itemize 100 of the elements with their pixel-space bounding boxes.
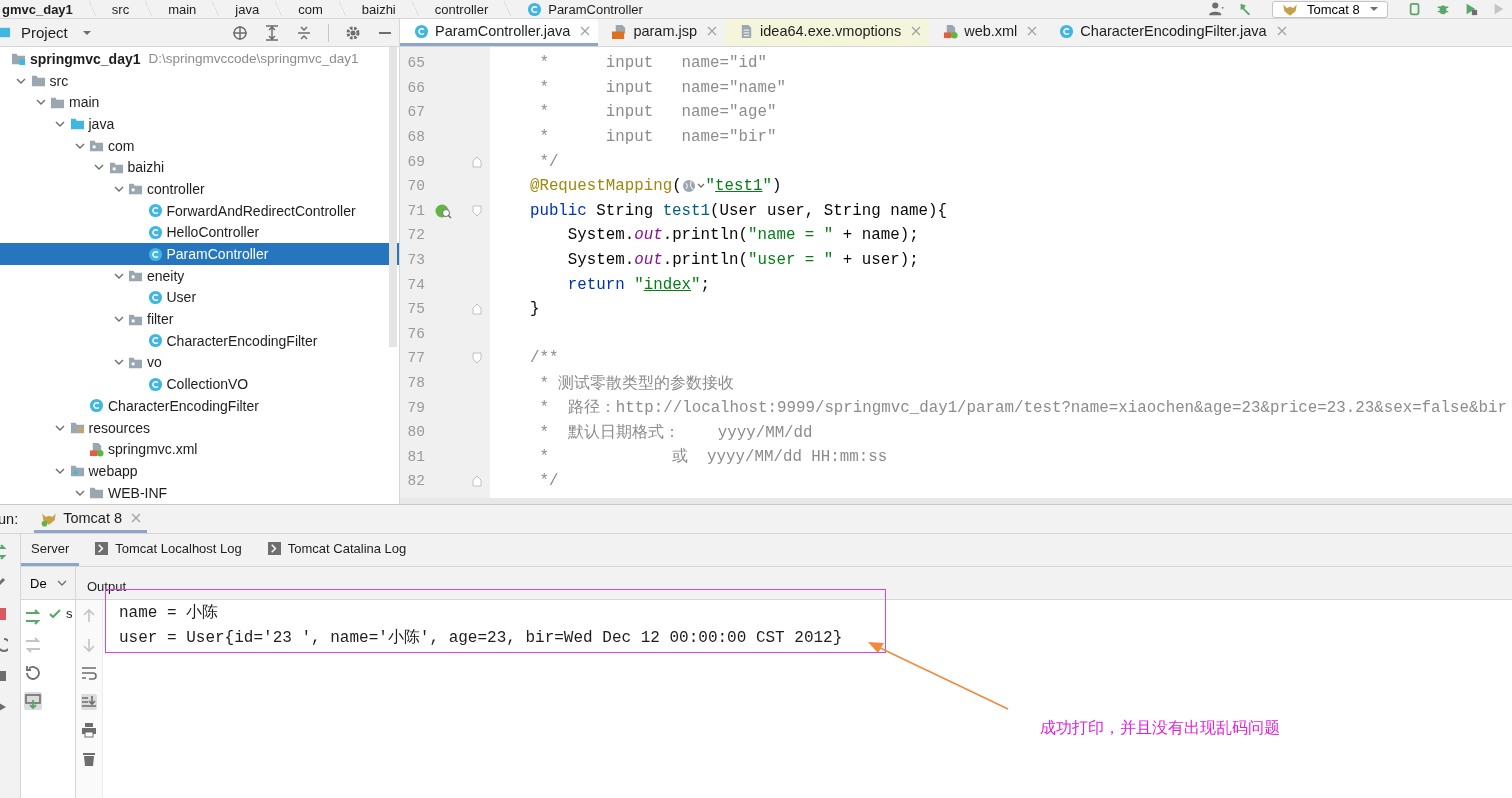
tree-item[interactable]: src — [0, 69, 399, 92]
module-path: D:\springmvccode\springmvc_day1 — [148, 51, 359, 67]
line-number: 76 — [406, 325, 425, 342]
class-icon — [147, 289, 163, 305]
project-view-dropdown[interactable]: Project — [21, 24, 68, 41]
console-output-line: user = User{id='23 ', name='小陈', age=23, bir=Wed Dec 12 00:00:00 CST 2012} — [119, 628, 843, 649]
breadcrumb-item[interactable]: gmvc_day1 — [2, 1, 73, 17]
tree-item[interactable]: controller — [0, 178, 399, 200]
editor-tab[interactable]: web.xml — [929, 19, 1046, 46]
line-number: 77 — [406, 350, 425, 367]
tree-item[interactable]: webapp — [0, 460, 399, 482]
chevron-icon — [56, 580, 67, 586]
caret-icon — [1369, 6, 1379, 12]
scrollbar[interactable] — [389, 47, 397, 347]
tree-item[interactable]: main — [0, 91, 399, 114]
class-icon — [1059, 23, 1075, 39]
folder-icon — [69, 116, 85, 132]
code-line: /** — [528, 349, 559, 368]
breadcrumb-item[interactable]: com — [298, 1, 323, 17]
refresh-icon[interactable] — [24, 664, 42, 682]
code-line: * 测试零散类型的参数接收 — [538, 373, 735, 394]
line-number: 81 — [406, 448, 425, 465]
tree-item[interactable]: HelloController — [0, 221, 399, 244]
scrollbar[interactable] — [400, 498, 1512, 504]
code-line: @RequestMapping( "test1") — [528, 177, 782, 196]
close-icon[interactable] — [1276, 26, 1287, 36]
folder-icon — [30, 73, 46, 89]
code-line: System.out.println("user = " + user); — [566, 251, 919, 270]
tree-item[interactable]: java — [0, 113, 399, 135]
tree-item[interactable]: vo — [0, 351, 399, 374]
class-icon — [147, 203, 163, 219]
scroll-to-end-icon[interactable] — [81, 693, 97, 710]
line-number: 82 — [406, 473, 425, 490]
tree-item[interactable]: springmvc_day1 D:\springmvccode\springmvc_day1 — [0, 48, 399, 70]
console-output-line: name = 小陈 — [119, 603, 220, 624]
tree-item[interactable]: com — [0, 134, 399, 157]
tree-item[interactable]: CharacterEncodingFilter — [0, 395, 399, 417]
line-number: 74 — [406, 276, 425, 293]
line-number: 73 — [406, 252, 425, 269]
breadcrumb-item[interactable]: java — [235, 1, 260, 17]
xml-file-icon — [89, 441, 104, 457]
line-number: 78 — [406, 375, 425, 391]
tree-item[interactable]: User — [0, 286, 399, 309]
line-number: 70 — [406, 178, 425, 195]
web-folder-icon — [69, 463, 85, 479]
tree-item[interactable]: springmvc.xml — [0, 438, 399, 461]
deploy-icon[interactable] — [24, 608, 42, 626]
line-number: 68 — [406, 129, 425, 146]
close-icon[interactable] — [1027, 26, 1038, 36]
xml-file-icon — [943, 23, 959, 39]
breadcrumb-item[interactable]: ParamController — [548, 1, 643, 17]
class-icon — [147, 224, 163, 240]
trash-icon[interactable] — [81, 750, 97, 767]
console-icon — [95, 542, 109, 555]
soft-wrap-icon[interactable] — [81, 665, 97, 681]
console-icon — [267, 542, 281, 555]
tree-item[interactable]: eneity — [0, 264, 399, 287]
breadcrumb-item[interactable]: baizhi — [361, 1, 396, 17]
resources-folder-icon — [69, 420, 85, 436]
log-tab[interactable]: Tomcat Catalina Log — [257, 534, 417, 566]
service-item[interactable]: s — [66, 606, 73, 621]
code-line: System.out.println("name = " + name); — [566, 226, 919, 245]
tree-item[interactable]: resources — [0, 416, 399, 439]
locate-icon[interactable] — [232, 24, 248, 41]
tree-item[interactable]: WEB-INF — [0, 481, 399, 504]
settings-icon[interactable] — [345, 24, 361, 41]
caret-icon[interactable] — [81, 29, 92, 36]
log-tab[interactable]: Tomcat Localhost Log — [85, 534, 252, 566]
line-number: 80 — [406, 424, 425, 441]
collapse-all-icon[interactable] — [296, 24, 312, 41]
class-icon — [89, 398, 104, 414]
tree-item[interactable]: ParamController — [0, 243, 399, 265]
tree-item[interactable]: baizhi — [0, 156, 399, 179]
panel-icon — [0, 25, 11, 40]
check-icon — [49, 608, 61, 620]
editor-tab[interactable]: ParamController.java — [400, 19, 599, 46]
line-number: 72 — [406, 227, 425, 244]
editor-tab[interactable]: CharacterEncodingFilter.java — [1045, 19, 1295, 46]
code-line: */ — [538, 472, 559, 491]
person-icon[interactable] — [1208, 2, 1226, 16]
tree-item[interactable]: CharacterEncodingFilter — [0, 329, 399, 352]
editor-tab[interactable]: idea64.exe.vmoptions — [725, 19, 930, 46]
breadcrumb-item[interactable]: main — [168, 1, 197, 17]
breadcrumb-item[interactable]: controller — [434, 1, 489, 17]
expand-all-icon[interactable] — [264, 24, 280, 41]
annotation-text: 成功打印，并且没有出现乱码问题 — [1040, 718, 1280, 738]
tree-item[interactable]: ForwardAndRedirectController — [0, 199, 399, 222]
update-icon[interactable] — [24, 692, 42, 710]
close-icon[interactable] — [707, 26, 718, 36]
breadcrumb-item[interactable]: src — [111, 1, 130, 17]
print-icon[interactable] — [81, 722, 97, 738]
editor-tab[interactable]: param.jsp — [598, 19, 726, 46]
close-icon[interactable] — [580, 26, 591, 36]
close-icon[interactable] — [911, 26, 922, 36]
package-icon — [128, 181, 143, 197]
tree-item[interactable]: CollectionVO — [0, 373, 399, 395]
mapping-icon[interactable] — [435, 202, 453, 219]
tree-item[interactable]: filter — [0, 308, 399, 330]
close-icon[interactable] — [131, 512, 141, 523]
run-configuration-dropdown[interactable]: Tomcat 8 — [1272, 0, 1388, 18]
